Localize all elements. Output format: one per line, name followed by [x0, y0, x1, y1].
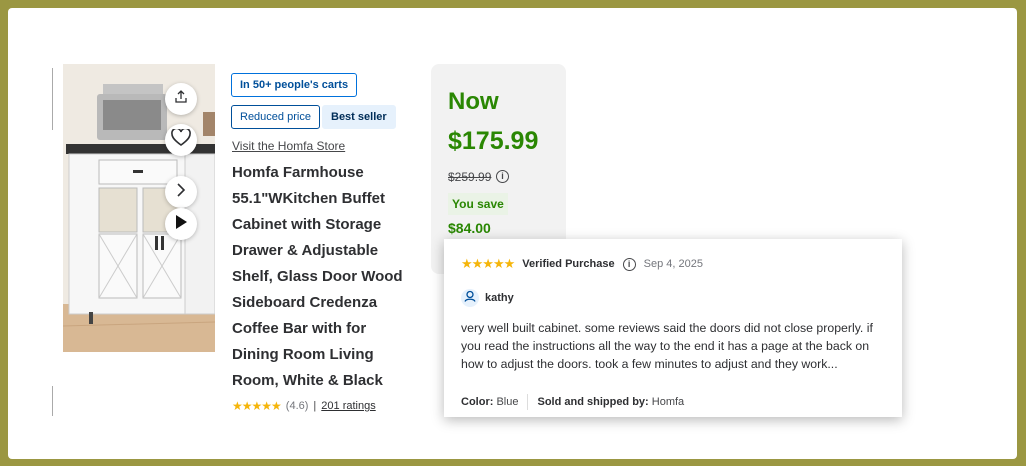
best-seller-badge: Best seller — [322, 105, 396, 129]
was-price: $259.99 — [448, 170, 492, 184]
now-label: Now — [448, 88, 499, 115]
favorite-button[interactable] — [165, 124, 197, 156]
heart-icon — [171, 127, 191, 152]
info-icon[interactable]: i — [496, 170, 509, 183]
shipped-by-label: Sold and shipped by: — [537, 396, 649, 408]
review-date: Sep 4, 2025 — [643, 258, 703, 270]
info-icon[interactable]: i — [622, 257, 636, 271]
carts-badge: In 50+ people's carts — [231, 73, 358, 97]
review-popover: ★★★★★ Verified Purchase i Sep 4, 2025 ka… — [444, 239, 902, 417]
reviewer-name: kathy — [485, 292, 514, 304]
avatar — [461, 289, 479, 307]
rating-separator: | — [313, 400, 317, 412]
play-icon — [174, 214, 188, 235]
share-icon — [174, 89, 188, 109]
share-button[interactable] — [165, 83, 197, 115]
verified-purchase-label: Verified Purchase — [522, 258, 615, 270]
you-save-label: You save — [448, 193, 508, 215]
save-amount: $84.00 — [448, 220, 491, 236]
color-value: Blue — [496, 396, 519, 408]
current-price: $175.99 — [448, 127, 539, 155]
review-stars: ★★★★★ — [461, 256, 515, 271]
gallery-divider — [52, 68, 53, 130]
divider — [527, 394, 529, 410]
rating-stars: ★★★★★ — [232, 399, 282, 413]
review-footer: Color: Blue Sold and shipped by: Homfa — [461, 394, 684, 410]
chevron-right-icon — [175, 182, 187, 203]
ratings-link[interactable]: 201 ratings — [321, 400, 375, 412]
product-rating: ★★★★★ (4.6) | 201 ratings — [232, 399, 376, 413]
shipped-by-value: Homfa — [651, 396, 685, 408]
store-link[interactable]: Visit the Homfa Store — [232, 139, 345, 153]
color-label: Color: — [461, 396, 494, 408]
user-icon — [464, 289, 476, 307]
review-header: ★★★★★ Verified Purchase i Sep 4, 2025 — [461, 256, 703, 272]
gallery-divider — [52, 386, 53, 416]
play-video-button[interactable] — [165, 208, 197, 240]
reduced-price-badge: Reduced price — [231, 105, 320, 129]
rating-value: (4.6) — [285, 400, 309, 412]
review-text: very well built cabinet. some reviews sa… — [461, 321, 873, 371]
next-image-button[interactable] — [165, 176, 197, 208]
product-title: Homfa Farmhouse 55.1"WKitchen Buffet Cab… — [232, 164, 403, 389]
